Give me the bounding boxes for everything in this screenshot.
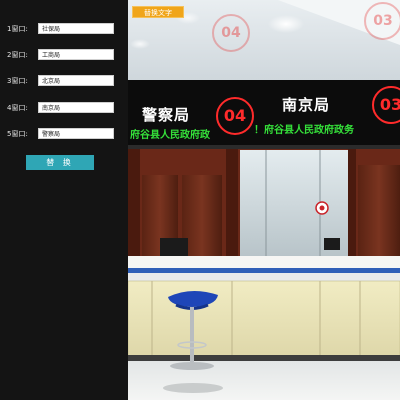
window-5-input[interactable] [38, 128, 114, 139]
window-4-input[interactable] [38, 102, 114, 113]
window-3-input[interactable] [38, 75, 114, 86]
window-4-row: 4窗口: [7, 101, 117, 114]
window-3-row: 3窗口: [7, 74, 117, 87]
window-1-row: 1窗口: [7, 22, 117, 35]
window-2-row: 2窗口: [7, 48, 117, 61]
window-4-label: 4窗口: [7, 103, 28, 112]
replace-button[interactable]: 替 换 [26, 155, 94, 170]
sign-1-name: 警察局 [142, 106, 191, 124]
window-5-label: 5窗口: [7, 129, 28, 138]
window-1-input[interactable] [38, 23, 114, 34]
background-number-left: 04 [212, 14, 250, 52]
window-2-label: 2窗口: [7, 50, 28, 59]
window-3-label: 3窗口: [7, 76, 28, 85]
service-hall-photo: 04 03 警察局 04 府谷县人民政府政 南京局 03 ！府谷县人民政府政务 … [128, 0, 400, 400]
background-number-right: 03 [364, 2, 400, 40]
scene-illustration [128, 0, 400, 400]
sign-1-number: 04 [216, 97, 254, 135]
sign-2-scroll-text: ！府谷县人民政府政务 [254, 125, 354, 136]
window-5-row: 5窗口: [7, 127, 117, 140]
window-2-input[interactable] [38, 49, 114, 60]
sign-1-scroll-text: 府谷县人民政府政 [130, 130, 210, 141]
sign-2-name: 南京局 [282, 96, 331, 114]
control-panel: 1窗口: 2窗口: 3窗口: 4窗口: 5窗口: 替 换 [0, 0, 128, 400]
replace-text-tag[interactable]: 替换文字 [132, 6, 184, 18]
window-1-label: 1窗口: [7, 24, 28, 33]
